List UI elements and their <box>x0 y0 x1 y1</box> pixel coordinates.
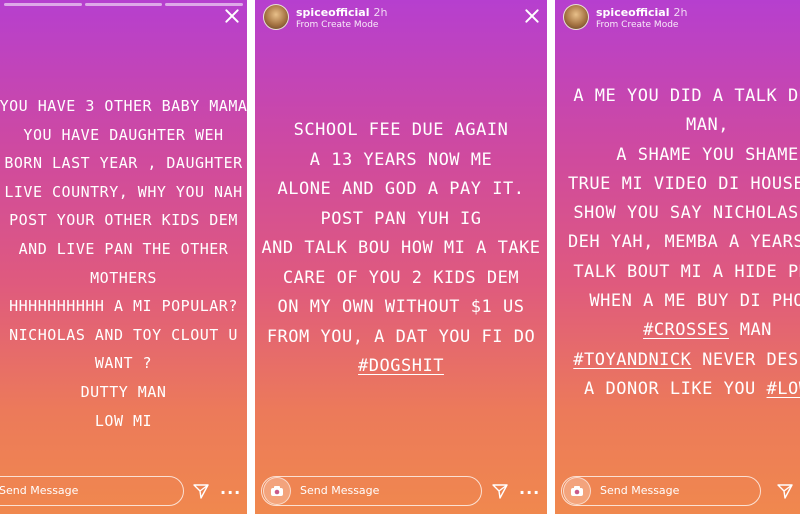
avatar[interactable] <box>263 4 289 30</box>
story-panel-1[interactable]: YOU HAVE 3 OTHER BABY MAMA YOU HAVE DAUG… <box>0 0 247 514</box>
paper-plane-icon[interactable] <box>193 483 209 499</box>
more-dots-icon[interactable]: ... <box>220 481 241 497</box>
story-line: TRUE MI VIDEO DI HOUSE AND <box>567 173 800 194</box>
progress-segment <box>165 3 244 6</box>
story-line: A ME YOU DID A TALK DUTTY <box>573 86 800 106</box>
username[interactable]: spiceofficial <box>296 6 369 19</box>
story-line: A SHAME YOU SHAME <box>616 144 799 165</box>
story-line: YOU HAVE DAUGHTER WEH <box>23 125 224 144</box>
story-header: spiceofficial 2h From Create Mode <box>563 4 687 32</box>
send-message-input[interactable]: Send Message <box>0 476 184 506</box>
send-message-input[interactable]: Send Message <box>261 476 482 506</box>
progress-segment <box>84 3 163 6</box>
post-time: 2h <box>673 6 688 19</box>
story-footer: Send Message <box>555 476 800 506</box>
story-line: ALONE AND GOD A PAY IT. <box>277 179 525 199</box>
hashtag-link[interactable]: #TOYANDNICK <box>573 350 691 370</box>
story-line: POST YOUR OTHER KIDS DEM <box>9 211 238 230</box>
story-line: YOU HAVE 3 OTHER BABY MAMA <box>0 97 247 115</box>
story-line: DEH YAH, MEMBA A YEARS YOU <box>567 232 800 253</box>
story-line: WANT ? <box>94 354 153 373</box>
story-line: LIVE COUNTRY, WHY YOU NAH <box>4 182 243 201</box>
progress-segment <box>4 3 82 6</box>
story-line: MAN, <box>686 115 729 136</box>
story-line: TALK BOUT MI A HIDE PHONE <box>573 261 800 282</box>
avatar[interactable] <box>563 4 589 30</box>
story-line: BORN LAST YEAR , DAUGHTER <box>4 154 243 173</box>
close-icon[interactable] <box>224 8 240 24</box>
send-message-input[interactable]: Send Message <box>561 476 761 506</box>
story-line: AND LIVE PAN THE OTHER <box>18 239 229 258</box>
paper-plane-icon[interactable] <box>777 483 793 499</box>
story-text: A ME YOU DID A TALK DUTTY MAN, A SHAME Y… <box>555 82 800 404</box>
story-line-rest: A DONOR LIKE YOU <box>584 378 767 399</box>
paper-plane-icon[interactable] <box>492 483 508 499</box>
story-line-rest: MAN <box>728 320 772 341</box>
story-line: WHEN A ME BUY DI PHONE <box>589 291 800 312</box>
username[interactable]: spiceofficial <box>596 6 669 19</box>
post-time: 2h <box>373 6 388 19</box>
story-footer: Send Message ... <box>0 476 247 506</box>
story-footer: Send Message ... <box>255 476 547 506</box>
story-text: SCHOOL FEE DUE AGAIN A 13 YEARS NOW ME A… <box>255 116 547 382</box>
story-line: A 13 YEARS NOW ME <box>309 149 493 170</box>
story-line-rest: NEVER DESERVE <box>702 349 800 370</box>
story-line: HHHHHHHHHH A MI POPULAR? <box>9 297 238 316</box>
hashtag-link[interactable]: #DOGSHIT <box>358 356 444 376</box>
story-line: POST PAN YUH IG <box>320 208 482 229</box>
close-icon[interactable] <box>524 8 540 24</box>
story-line: SCHOOL FEE DUE AGAIN <box>293 120 509 140</box>
story-line: AND TALK BOU HOW MI A TAKE <box>261 238 541 258</box>
story-line: #CROSSES MAN <box>555 316 800 345</box>
story-panel-3[interactable]: spiceofficial 2h From Create Mode A ME YO… <box>555 0 800 514</box>
story-panel-2[interactable]: spiceofficial 2h From Create Mode SCHOOL … <box>255 0 547 514</box>
story-progress-bar <box>0 3 247 6</box>
more-dots-icon[interactable]: ... <box>519 481 540 497</box>
story-line: FROM YOU, A DAT YOU FI DO <box>266 326 536 347</box>
story-line: CARE OF YOU 2 KIDS DEM <box>282 267 520 288</box>
story-line: NICHOLAS AND TOY CLOUT U <box>9 325 238 344</box>
story-subtitle: From Create Mode <box>296 20 379 30</box>
story-line: ON MY OWN WITHOUT $1 US <box>277 297 525 317</box>
hashtag-link[interactable]: #LOWMI <box>767 379 800 399</box>
hashtag-link[interactable]: #CROSSES <box>643 320 729 340</box>
story-line: #TOYANDNICK NEVER DESERVE <box>555 346 800 375</box>
story-line: SHOW YOU SAY NICHOLAS NOT <box>573 203 800 224</box>
story-line: LOW MI <box>94 411 153 430</box>
story-header: spiceofficial 2h From Create Mode <box>263 4 387 32</box>
story-subtitle: From Create Mode <box>596 20 679 30</box>
story-line: MOTHERS <box>90 268 157 287</box>
story-text: YOU HAVE 3 OTHER BABY MAMA YOU HAVE DAUG… <box>0 92 247 435</box>
story-line: A DONOR LIKE YOU #LOWMI <box>555 375 800 404</box>
story-line: DUTTY MAN <box>80 382 167 401</box>
